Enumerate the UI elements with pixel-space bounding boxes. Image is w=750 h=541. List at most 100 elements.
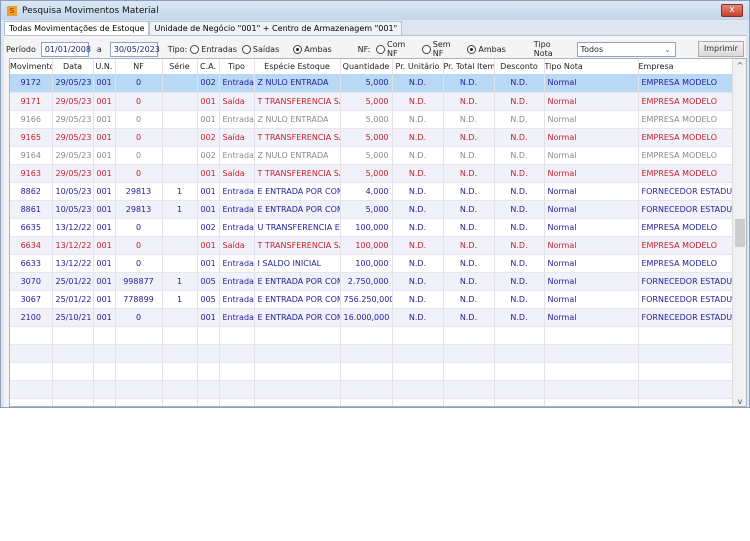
- table-row[interactable]: 2100 25/10/21 001 0 001 Entrada E ENTRADA POR …: [10, 308, 733, 327]
- column-header[interactable]: Espécie Estoque: [254, 59, 341, 74]
- table-row[interactable]: [10, 362, 733, 381]
- table-row[interactable]: [10, 326, 733, 345]
- table-row[interactable]: 6635 13/12/22 001 0 002 Entrada U TRANSFERENCI…: [10, 218, 733, 237]
- radio-ambas-tipo[interactable]: Ambas: [293, 44, 332, 54]
- table-cell: 778899: [115, 290, 163, 309]
- tab-business-unit[interactable]: Unidade de Negócio "001" + Centro de Arm…: [149, 21, 403, 35]
- table-cell: [254, 380, 341, 399]
- table-cell: [638, 344, 733, 363]
- table-cell: 16.000,000: [340, 308, 393, 327]
- column-header[interactable]: NF: [115, 59, 163, 74]
- table-cell: 001: [93, 272, 116, 291]
- radio-saidas[interactable]: Saídas: [241, 44, 279, 54]
- table-cell: 9166: [10, 110, 53, 129]
- table-cell: Normal: [544, 128, 639, 147]
- table-row[interactable]: 9172 29/05/23 001 0 002 Entrada Z NULO ENTRADA…: [10, 74, 733, 93]
- table-cell: [162, 218, 198, 237]
- column-header[interactable]: Tipo Nota: [544, 59, 639, 74]
- tipo-label: Tipo:: [167, 44, 188, 54]
- column-header[interactable]: C.A.: [197, 59, 220, 74]
- table-cell: 001: [93, 308, 116, 327]
- table-cell: Entrada: [219, 308, 255, 327]
- vertical-scrollbar[interactable]: ^ v: [732, 59, 746, 406]
- column-header[interactable]: Série: [162, 59, 198, 74]
- table-cell: [443, 380, 495, 399]
- table-cell: E ENTRADA POR COMP: [254, 272, 341, 291]
- column-header[interactable]: Empresa: [638, 59, 733, 74]
- table-cell: [638, 380, 733, 399]
- table-row[interactable]: 3067 25/01/22 001 778899 1 005 Entrada E ENTRAD…: [10, 290, 733, 309]
- table-cell: [93, 362, 116, 381]
- tab-all-movements[interactable]: Todas Movimentações de Estoque: [4, 21, 150, 35]
- table-cell: N.D.: [494, 164, 545, 183]
- table-cell: [392, 344, 444, 363]
- date-from-input[interactable]: 01/01/2008: [40, 41, 91, 57]
- radio-sem-nf[interactable]: Sem NF: [422, 40, 462, 58]
- table-cell: [494, 344, 545, 363]
- table-cell: E ENTRADA POR COMP: [254, 200, 341, 219]
- window-title: Pesquisa Movimentos Material: [22, 5, 159, 16]
- table-cell: [392, 380, 444, 399]
- column-header[interactable]: Pr. Unitário: [392, 59, 444, 74]
- table-row[interactable]: [10, 344, 733, 363]
- table-cell: Entrada: [219, 146, 255, 165]
- scroll-down-icon[interactable]: v: [733, 397, 746, 406]
- table-cell: 001: [93, 146, 116, 165]
- column-header[interactable]: Movimento: [10, 59, 53, 74]
- scroll-up-icon[interactable]: ^: [733, 61, 746, 70]
- close-button[interactable]: x: [721, 4, 743, 17]
- table-row[interactable]: 6634 13/12/22 001 0 001 Saída T TRANSFERENCIA …: [10, 236, 733, 255]
- table-cell: [544, 398, 639, 406]
- table-row[interactable]: [10, 398, 733, 406]
- table-cell: 9172: [10, 74, 53, 93]
- table-cell: [10, 398, 53, 406]
- column-header[interactable]: Desconto: [494, 59, 545, 74]
- table-cell: N.D.: [392, 164, 444, 183]
- table-cell: 9165: [10, 128, 53, 147]
- table-cell: 29/05/23: [52, 164, 94, 183]
- table-row[interactable]: 9166 29/05/23 001 0 001 Entrada Z NULO ENTRADA…: [10, 110, 733, 129]
- tipo-nota-label: Tipo Nota: [533, 40, 553, 58]
- print-button[interactable]: Imprimir: [697, 41, 744, 57]
- table-cell: FORNECEDOR ESTADUAL: [638, 272, 733, 291]
- column-header[interactable]: U.N.: [93, 59, 116, 74]
- column-header[interactable]: Pr. Total Item: [443, 59, 495, 74]
- radio-ambas-nf[interactable]: Ambas: [467, 44, 506, 54]
- radio-entradas[interactable]: Entradas: [190, 44, 237, 54]
- scrollbar-thumb[interactable]: [735, 219, 745, 247]
- table-cell: 0: [115, 254, 163, 273]
- table-cell: [443, 398, 495, 406]
- table-cell: N.D.: [443, 146, 495, 165]
- table-cell: N.D.: [392, 272, 444, 291]
- table-row[interactable]: 8861 10/05/23 001 29813 1 001 Entrada E ENTRADA…: [10, 200, 733, 219]
- periodo-label: Período: [6, 44, 36, 54]
- radio-icon: [376, 44, 386, 54]
- table-row[interactable]: 8862 10/05/23 001 29813 1 001 Entrada E ENTRADA…: [10, 182, 733, 201]
- table-cell: 001: [197, 236, 220, 255]
- table-cell: [392, 326, 444, 345]
- column-header[interactable]: Quantidade: [340, 59, 393, 74]
- table-cell: [162, 146, 198, 165]
- table-row[interactable]: 9171 29/05/23 001 0 001 Saída T TRANSFERENCIA …: [10, 92, 733, 111]
- date-to-input[interactable]: 30/05/2023: [109, 41, 160, 57]
- table-row[interactable]: 9163 29/05/23 001 0 001 Saída T TRANSFERENCIA …: [10, 164, 733, 183]
- table-row[interactable]: 6633 13/12/22 001 0 001 Entrada I SALDO INICIA…: [10, 254, 733, 273]
- table-cell: N.D.: [392, 128, 444, 147]
- table-cell: 002: [197, 74, 220, 93]
- table-row[interactable]: 9164 29/05/23 001 0 002 Entrada Z NULO ENTRADA…: [10, 146, 733, 165]
- tipo-nota-select[interactable]: Todos ⌄: [576, 41, 676, 57]
- table-cell: [340, 380, 393, 399]
- table-cell: [219, 380, 255, 399]
- table-cell: N.D.: [443, 272, 495, 291]
- table-cell: 13/12/22: [52, 254, 94, 273]
- table-row[interactable]: 9165 29/05/23 001 0 002 Saída T TRANSFERENCIA …: [10, 128, 733, 147]
- table-row[interactable]: [10, 380, 733, 399]
- column-header[interactable]: Data: [52, 59, 94, 74]
- table-cell: [254, 362, 341, 381]
- table-row[interactable]: 3070 25/01/22 001 998877 1 005 Entrada E ENTRAD…: [10, 272, 733, 291]
- radio-com-nf[interactable]: Com NF: [376, 40, 417, 58]
- table-cell: 9163: [10, 164, 53, 183]
- table-cell: Z NULO ENTRADA: [254, 146, 341, 165]
- column-header[interactable]: Tipo: [219, 59, 255, 74]
- table-cell: [115, 344, 163, 363]
